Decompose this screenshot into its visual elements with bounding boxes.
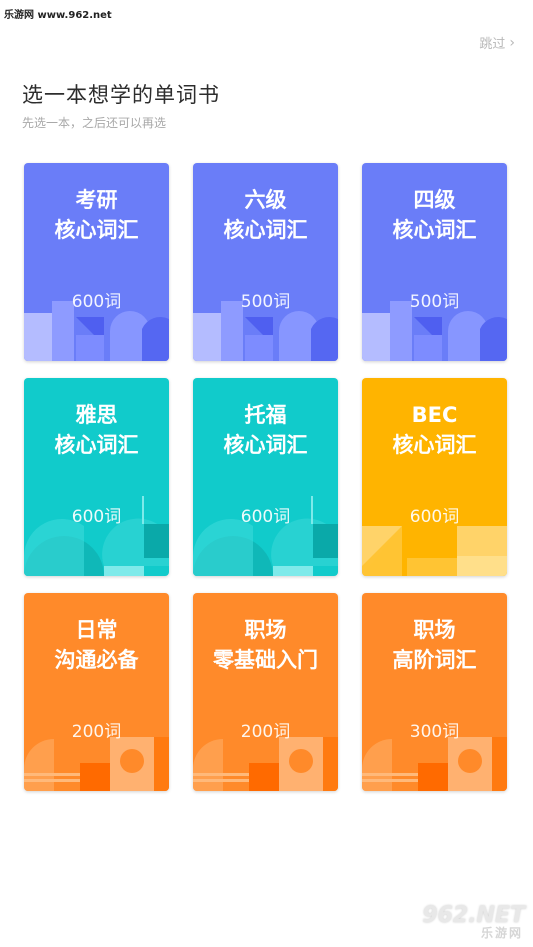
skip-label: 跳过: [479, 37, 506, 52]
book-card-work-basic[interactable]: 职场 零基础入门 200词: [193, 593, 338, 791]
site-watermark-text: 乐游网 www.962.net: [4, 10, 112, 21]
word-count: 600词: [71, 507, 122, 527]
word-count: 600词: [240, 507, 291, 527]
page-title: 选一本想学的单词书: [22, 83, 220, 107]
book-name: 托福 核心词汇: [223, 403, 308, 457]
word-count: 600词: [409, 507, 460, 527]
book-name: BEC 核心词汇: [392, 403, 477, 457]
book-card-cet4[interactable]: 四级 核心词汇 500词: [362, 163, 507, 361]
book-card-work-advanced[interactable]: 职场 高阶词汇 300词: [362, 593, 507, 791]
book-card-bec[interactable]: BEC 核心词汇 600词: [362, 378, 507, 576]
book-card-daily[interactable]: 日常 沟通必备 200词: [24, 593, 169, 791]
book-grid: 考研 核心词汇 600词 六级 核心词汇 500词 四级 核心词汇 500词 雅…: [24, 163, 508, 791]
word-count: 200词: [240, 722, 291, 742]
book-card-ielts[interactable]: 雅思 核心词汇 600词: [24, 378, 169, 576]
word-count: 200词: [71, 722, 122, 742]
chevron-right-icon: ›: [509, 34, 515, 51]
word-count: 300词: [409, 722, 460, 742]
site-logo-watermark: 962.NET 乐游网: [397, 903, 525, 941]
book-name: 考研 核心词汇: [54, 188, 139, 242]
word-count: 600词: [71, 292, 122, 312]
word-count: 500词: [409, 292, 460, 312]
book-card-cet6[interactable]: 六级 核心词汇 500词: [193, 163, 338, 361]
watermark-sub-text: 乐游网: [480, 926, 523, 940]
book-name: 日常 沟通必备: [54, 618, 139, 672]
book-card-kaoyan[interactable]: 考研 核心词汇 600词: [24, 163, 169, 361]
book-name: 职场 零基础入门: [213, 618, 318, 672]
word-count: 500词: [240, 292, 291, 312]
book-name: 六级 核心词汇: [223, 188, 308, 242]
page-subtitle: 先选一本，之后还可以再选: [22, 116, 167, 130]
card-decoration: [362, 526, 507, 576]
book-card-toefl[interactable]: 托福 核心词汇 600词: [193, 378, 338, 576]
book-name: 职场 高阶词汇: [392, 618, 477, 672]
book-name: 雅思 核心词汇: [54, 403, 139, 457]
skip-button[interactable]: 跳过 ›: [479, 33, 515, 53]
book-name: 四级 核心词汇: [392, 188, 477, 242]
